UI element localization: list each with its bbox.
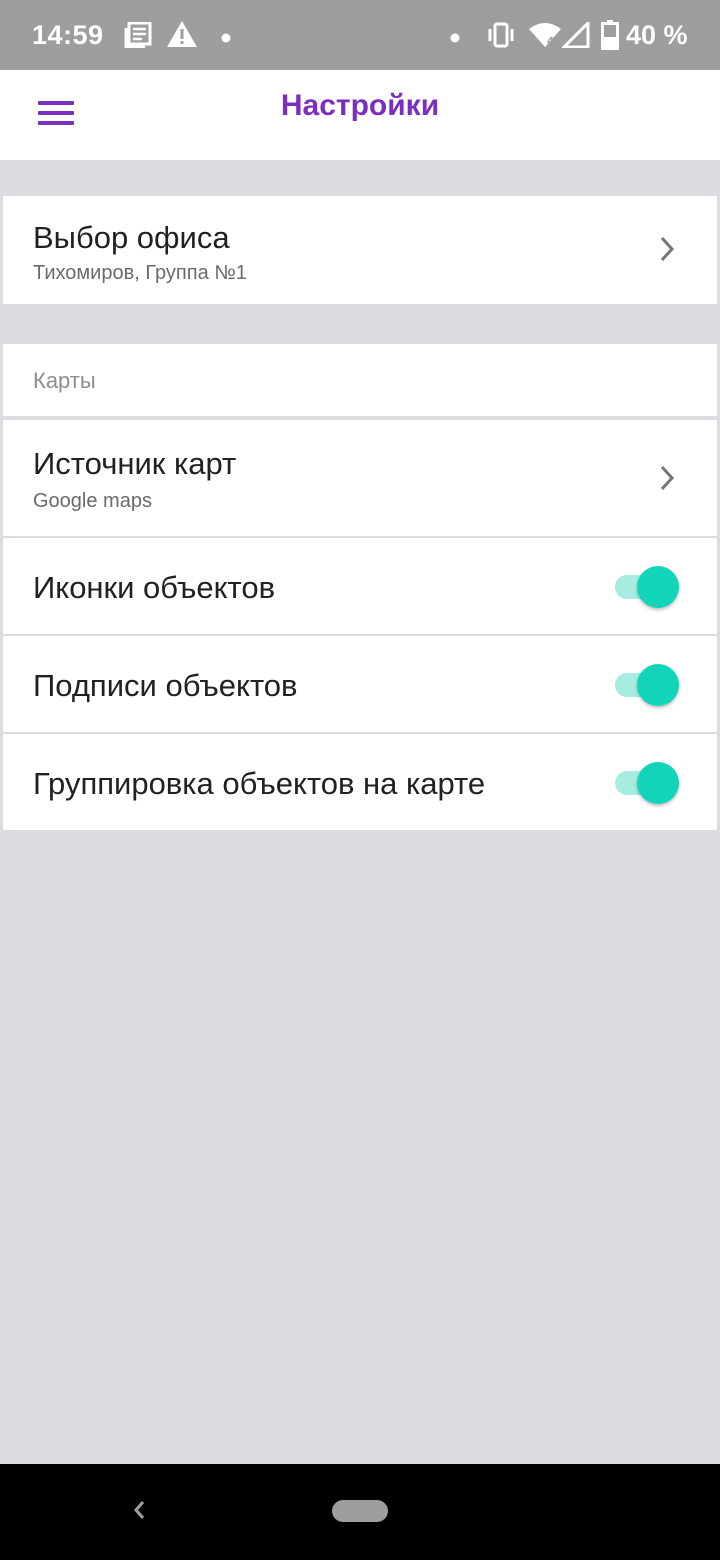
- home-pill-icon[interactable]: [332, 1500, 388, 1522]
- office-select-value: Тихомиров, Группа №1: [33, 262, 247, 284]
- section-header-maps: Карты: [3, 344, 717, 416]
- page-title: Настройки: [280, 89, 440, 122]
- office-select-title: Выбор офиса: [33, 220, 230, 255]
- toggle-thumb: [637, 566, 679, 608]
- map-source-value: Google maps: [33, 490, 152, 512]
- object-grouping-label: Группировка объектов на карте: [33, 766, 486, 801]
- app-bar: Настройки: [0, 70, 720, 160]
- back-chevron-icon: [132, 1499, 146, 1526]
- object-icons-row[interactable]: Иконки объектов: [3, 538, 717, 634]
- chevron-right-icon: [659, 236, 675, 267]
- svg-text:4: 4: [547, 36, 554, 47]
- wifi-icon: 4: [528, 22, 562, 53]
- object-icons-toggle[interactable]: [613, 566, 681, 608]
- map-source-row[interactable]: Источник карт Google maps: [3, 420, 717, 536]
- object-icons-label: Иконки объектов: [33, 570, 276, 605]
- chevron-right-icon: [659, 465, 675, 496]
- section-header-label: Карты: [33, 368, 96, 393]
- object-labels-label: Подписи объектов: [33, 668, 298, 703]
- hamburger-menu-icon: [38, 100, 74, 131]
- warning-icon: [166, 20, 198, 53]
- status-bar: 14:59 4 40 %: [0, 0, 720, 70]
- toggle-thumb: [637, 664, 679, 706]
- dot-icon: [221, 30, 231, 48]
- news-icon: [124, 21, 152, 53]
- object-labels-row[interactable]: Подписи объектов: [3, 636, 717, 732]
- object-grouping-toggle[interactable]: [613, 762, 681, 804]
- toggle-thumb: [637, 762, 679, 804]
- object-grouping-row[interactable]: Группировка объектов на карте: [3, 734, 717, 830]
- vibrate-icon: [486, 22, 516, 53]
- status-time: 14:59: [32, 20, 104, 50]
- menu-button[interactable]: [22, 84, 90, 146]
- dot-icon: [450, 30, 460, 48]
- map-source-title: Источник карт: [33, 446, 237, 481]
- system-nav-bar: [0, 1464, 720, 1560]
- object-labels-toggle[interactable]: [613, 664, 681, 706]
- battery-percent: 40 %: [626, 20, 688, 50]
- battery-icon: [601, 20, 619, 55]
- back-button[interactable]: [124, 1492, 154, 1532]
- office-select-row[interactable]: Выбор офиса Тихомиров, Группа №1: [3, 196, 717, 304]
- signal-icon: [560, 19, 590, 53]
